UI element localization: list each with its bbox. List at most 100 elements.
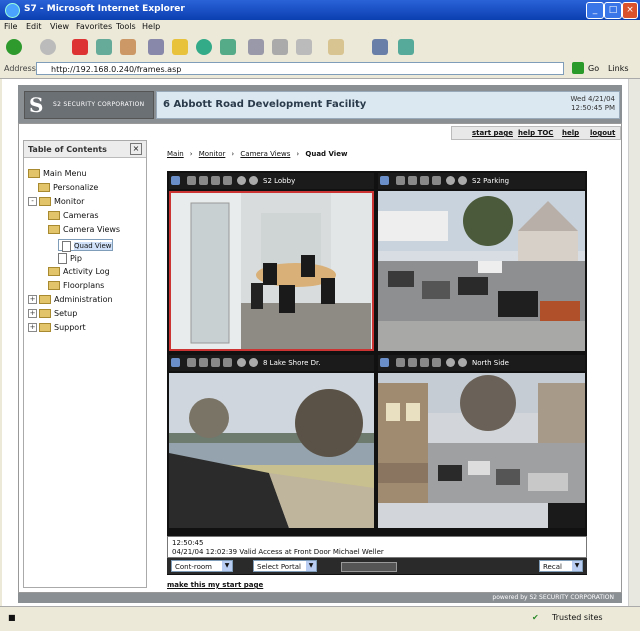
print-icon[interactable] — [272, 39, 288, 55]
links-button[interactable]: Links — [608, 64, 629, 73]
toc-item-activity-log[interactable]: Activity Log — [48, 267, 110, 276]
mail-icon[interactable] — [248, 39, 264, 55]
pan-down-icon[interactable] — [420, 358, 429, 367]
toc-item-floorplans[interactable]: Floorplans — [48, 281, 104, 290]
camera-1-feed[interactable] — [169, 191, 374, 351]
toc-item-quad-view[interactable]: Quad View — [58, 239, 113, 252]
stop-icon[interactable] — [72, 39, 88, 55]
pan-up-icon[interactable] — [199, 176, 208, 185]
pan-right-icon[interactable] — [432, 176, 441, 185]
refresh-icon[interactable] — [96, 39, 112, 55]
go-button[interactable]: Go — [588, 64, 599, 73]
collapse-icon[interactable]: - — [28, 197, 37, 206]
pan-left-icon[interactable] — [396, 176, 405, 185]
zoom-in-icon[interactable] — [446, 176, 455, 185]
pan-down-icon[interactable] — [211, 176, 220, 185]
home-icon[interactable] — [120, 39, 136, 55]
zoom-out-icon[interactable] — [458, 176, 467, 185]
camera-2-feed[interactable] — [378, 191, 585, 351]
toc-item-cameras[interactable]: Cameras — [48, 211, 99, 220]
home-icon[interactable] — [380, 358, 389, 367]
pan-left-icon[interactable] — [396, 358, 405, 367]
menu-file[interactable]: File — [4, 22, 17, 31]
forward-icon[interactable] — [40, 39, 56, 55]
zoom-in-icon[interactable] — [237, 358, 246, 367]
zoom-out-icon[interactable] — [458, 358, 467, 367]
pan-left-icon[interactable] — [187, 176, 196, 185]
pan-right-icon[interactable] — [432, 358, 441, 367]
mode-select[interactable]: Recal ▼ — [539, 560, 583, 572]
portal-select[interactable]: Select Portal ▼ — [253, 560, 317, 572]
zoom-out-icon[interactable] — [249, 176, 258, 185]
toc-item-camera-views[interactable]: Camera Views — [48, 225, 120, 234]
trusted-icon: ✔ — [532, 613, 539, 622]
edit-icon[interactable] — [296, 39, 312, 55]
camera-select[interactable]: Cont-room ▼ — [171, 560, 233, 572]
menu-view[interactable]: View — [50, 22, 69, 31]
messenger-icon[interactable] — [372, 39, 388, 55]
vertical-scrollbar[interactable] — [628, 79, 640, 606]
expand-icon[interactable]: + — [28, 309, 37, 318]
breadcrumb-main[interactable]: Main — [167, 150, 184, 158]
logout-link[interactable]: logout — [590, 129, 615, 137]
home-icon[interactable] — [380, 176, 389, 185]
pan-down-icon[interactable] — [420, 176, 429, 185]
toc-item-monitor[interactable]: - Monitor — [28, 197, 84, 206]
camera-4-feed[interactable] — [378, 373, 585, 528]
camera-3-name: 8 Lake Shore Dr. — [263, 359, 321, 367]
research-icon[interactable] — [398, 39, 414, 55]
zoom-out-icon[interactable] — [249, 358, 258, 367]
breadcrumb-monitor[interactable]: Monitor — [199, 150, 226, 158]
breadcrumb: Main › Monitor › Camera Views › Quad View — [167, 150, 348, 158]
start-page-link[interactable]: start page — [472, 129, 513, 137]
pan-right-icon[interactable] — [223, 176, 232, 185]
menu-edit[interactable]: Edit — [26, 22, 42, 31]
log-time: 12:50:45 — [172, 539, 204, 547]
menu-favorites[interactable]: Favorites — [76, 22, 112, 31]
pan-right-icon[interactable] — [223, 358, 232, 367]
home-icon[interactable] — [171, 358, 180, 367]
go-icon[interactable] — [572, 62, 584, 74]
home-icon[interactable] — [171, 176, 180, 185]
help-link[interactable]: help — [562, 129, 579, 137]
favorites-icon[interactable] — [172, 39, 188, 55]
help-toc-link[interactable]: help TOC — [518, 129, 553, 137]
toc-close-icon[interactable]: × — [130, 143, 142, 155]
pan-up-icon[interactable] — [199, 358, 208, 367]
toc-item-personalize[interactable]: Personalize — [38, 183, 98, 192]
toc-item-setup[interactable]: + Setup — [28, 309, 77, 318]
maximize-button[interactable]: □ — [604, 2, 622, 19]
back-icon[interactable] — [6, 39, 22, 55]
pan-left-icon[interactable] — [187, 358, 196, 367]
discuss-icon[interactable] — [328, 39, 344, 55]
address-input[interactable]: http://192.168.0.240/frames.asp — [36, 62, 564, 75]
camera-3-feed[interactable] — [169, 373, 374, 528]
close-button[interactable]: × — [622, 2, 638, 19]
history-icon[interactable] — [220, 39, 236, 55]
pan-down-icon[interactable] — [211, 358, 220, 367]
expand-icon[interactable]: + — [28, 323, 37, 332]
unlock-portal-button[interactable] — [341, 562, 397, 572]
expand-icon[interactable]: + — [28, 295, 37, 304]
zoom-in-icon[interactable] — [237, 176, 246, 185]
zoom-in-icon[interactable] — [446, 358, 455, 367]
pan-up-icon[interactable] — [408, 176, 417, 185]
camera-2-name: S2 Parking — [472, 177, 510, 185]
media-icon[interactable] — [196, 39, 212, 55]
make-start-page-link[interactable]: make this my start page — [167, 581, 263, 589]
toc-item-pip[interactable]: Pip — [58, 253, 82, 264]
camera-4-name: North Side — [472, 359, 509, 367]
minimize-button[interactable]: _ — [586, 2, 604, 19]
menu-tools[interactable]: Tools — [116, 22, 136, 31]
facility-name: 6 Abbott Road Development Facility — [163, 99, 367, 110]
quad-view: S2 Lobby S2 Parking 8 Lake Shore Dr. Nor… — [167, 171, 587, 575]
search-icon[interactable] — [148, 39, 164, 55]
logo-text: S2 SECURITY CORPORATION — [53, 101, 145, 108]
breadcrumb-camera-views[interactable]: Camera Views — [240, 150, 290, 158]
toc-item-support[interactable]: + Support — [28, 323, 86, 332]
toc-item-main-menu[interactable]: Main Menu — [28, 169, 87, 178]
toc-item-administration[interactable]: + Administration — [28, 295, 113, 304]
app-header: S S2 SECURITY CORPORATION 6 Abbott Road … — [18, 85, 622, 125]
menu-help[interactable]: Help — [142, 22, 160, 31]
pan-up-icon[interactable] — [408, 358, 417, 367]
